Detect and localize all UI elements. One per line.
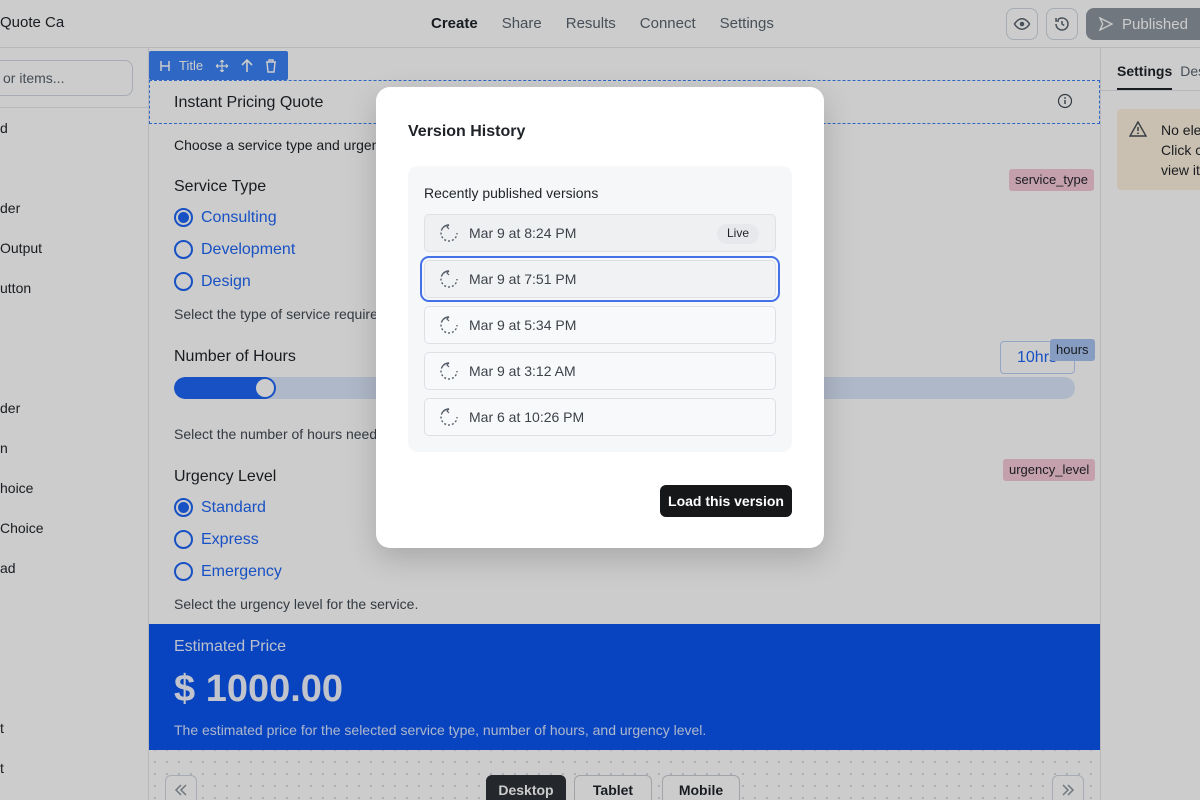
versions-heading: Recently published versions (424, 185, 599, 201)
version-row-selected[interactable]: Mar 9 at 7:51 PM (420, 256, 780, 302)
versions-list-container: Recently published versions Mar 9 at 8:2… (408, 166, 792, 452)
dialog-title: Version History (408, 123, 526, 140)
live-badge: Live (716, 224, 759, 244)
version-history-icon (440, 362, 458, 380)
version-row[interactable]: Mar 9 at 5:34 PM (424, 306, 776, 344)
version-history-icon (440, 316, 458, 334)
load-version-button[interactable]: Load this version (660, 485, 792, 517)
version-row[interactable]: Mar 9 at 8:24 PM Live (424, 214, 776, 252)
version-label: Mar 6 at 10:26 PM (469, 409, 585, 425)
version-history-icon (440, 408, 458, 426)
version-history-icon (440, 224, 458, 242)
version-row[interactable]: Mar 9 at 3:12 AM (424, 352, 776, 390)
version-row[interactable]: Mar 6 at 10:26 PM (424, 398, 776, 436)
version-label: Mar 9 at 5:34 PM (469, 317, 577, 333)
version-history-icon (440, 270, 458, 288)
version-label: Mar 9 at 3:12 AM (469, 363, 576, 379)
version-history-dialog: Version History Recently published versi… (376, 87, 824, 548)
version-label: Mar 9 at 8:24 PM (469, 225, 577, 241)
version-label: Mar 9 at 7:51 PM (469, 271, 577, 287)
